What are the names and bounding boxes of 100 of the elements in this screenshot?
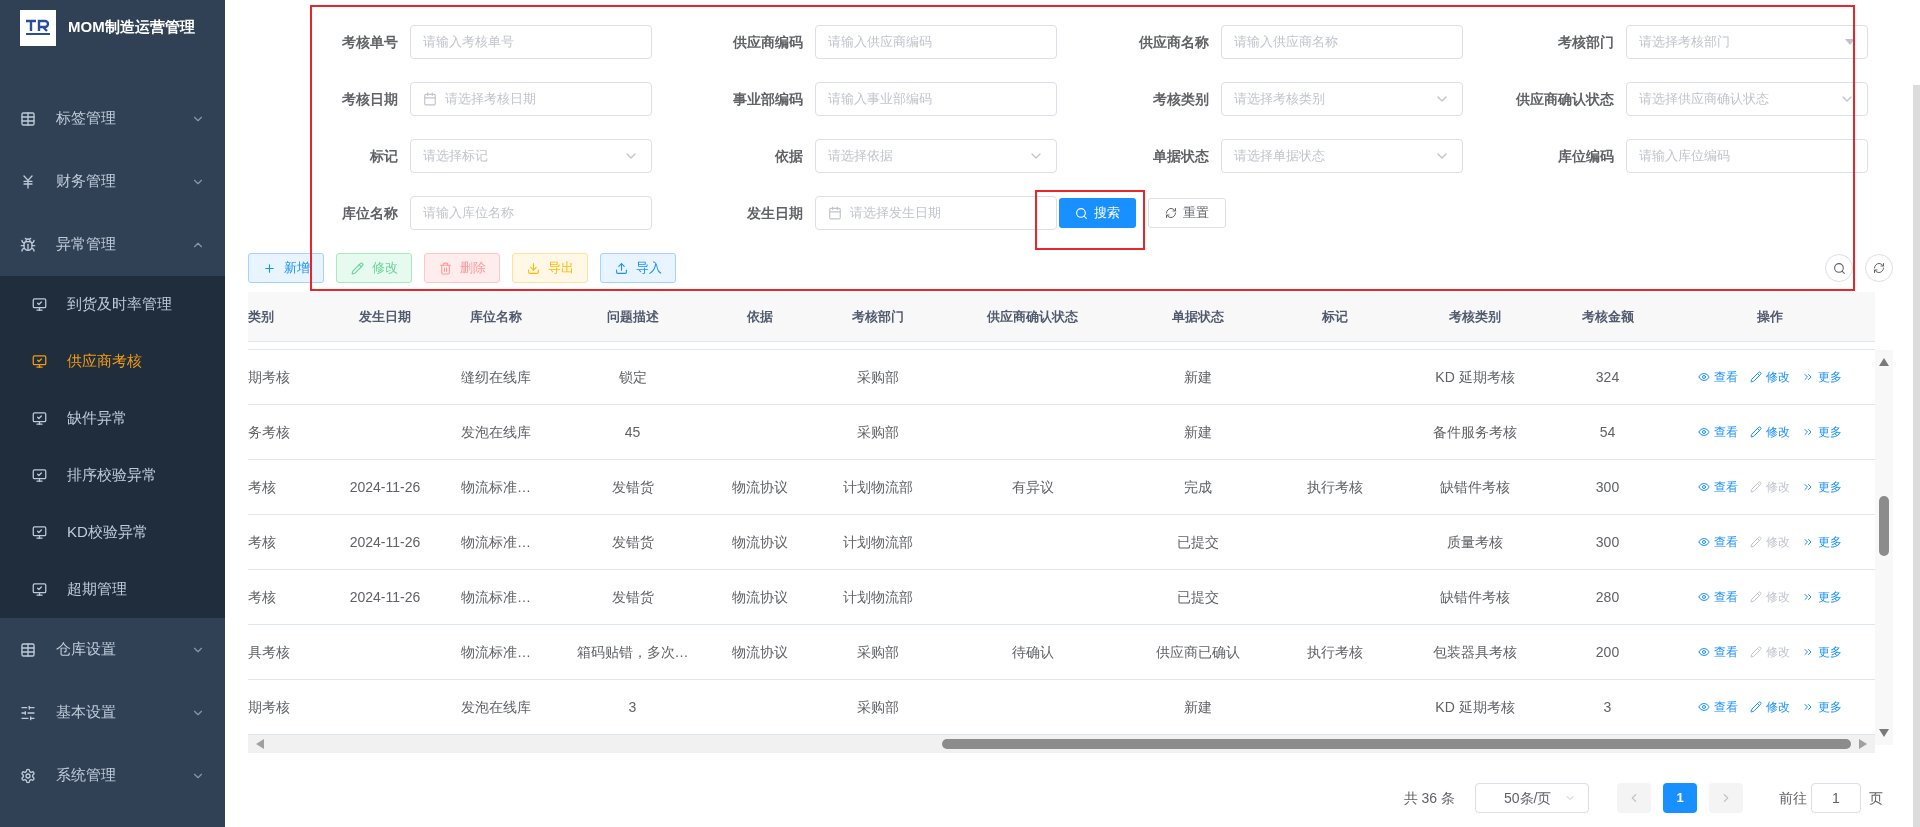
action-link[interactable]: 查看 [1698,533,1738,551]
table-cell-text: 缺错件考核 [1440,587,1510,607]
eye-icon [1698,481,1710,493]
right-arrow-icon [1859,739,1867,749]
eye-icon [1698,591,1710,603]
sidebar-item[interactable]: 系统管理 [0,744,225,807]
action-link[interactable]: 更多 [1802,643,1842,661]
table-cell-text: 已提交 [1176,587,1219,607]
table-cell-text: 发错货 [611,587,654,607]
sidebar-subitem[interactable]: 排序校验异常 [0,447,225,504]
table-cell-text: 考核 [248,477,276,497]
monitor-icon [32,297,47,312]
double-chevron-icon [1802,701,1814,713]
input-field[interactable]: 请输入供应商名称 [1220,25,1463,59]
sidebar-item[interactable]: 基本设置 [0,681,225,744]
input-field[interactable]: 请输入考核单号 [410,25,652,59]
field-label: 依据 [774,146,805,166]
action-link[interactable]: 更多 [1802,368,1842,386]
action-link[interactable]: 修改 [1750,368,1790,386]
reset-button[interactable]: 重置 [1147,198,1226,228]
sidebar-item[interactable]: 标签管理 [0,87,225,150]
eye-icon [1698,371,1710,383]
select-field[interactable]: 请选择单据状态 [1220,139,1463,173]
select-field[interactable]: 请选择标记 [410,139,652,173]
sidebar-subitem[interactable]: 供应商考核 [0,333,225,390]
select-field[interactable]: 请选择依据 [815,139,1058,173]
input-field[interactable]: 请输入事业部编码 [815,82,1058,116]
action-link[interactable]: 更多 [1802,698,1842,716]
sidebar-item[interactable]: 财务管理 [0,150,225,213]
table-cell-text: 采购部 [856,422,899,442]
action-link[interactable]: 查看 [1698,698,1738,716]
scrollbar-thumb[interactable] [942,739,1851,749]
field-label: 考核部门 [1556,32,1615,52]
upload-icon [614,261,628,275]
eye-icon [1698,646,1710,658]
page-button[interactable]: 1 [1663,783,1697,813]
action-link[interactable]: 更多 [1802,478,1842,496]
action-link[interactable]: 查看 [1698,588,1738,606]
input-field[interactable]: 请输入库位编码 [1625,139,1868,173]
table-cell-text: 物流标准… [461,642,531,662]
action-link[interactable]: 修改 [1750,698,1790,716]
input-field[interactable]: 请输入供应商编码 [815,25,1058,59]
action-link[interactable]: 查看 [1698,423,1738,441]
date-field[interactable]: 请选择考核日期 [410,82,652,116]
field-label: 供应商确认状态 [1514,89,1615,109]
select-field[interactable]: 请选择供应商确认状态 [1625,82,1868,116]
table-cell-text: 物流协议 [732,642,788,662]
sliders-icon [20,704,36,721]
action-link[interactable]: 查看 [1698,478,1738,496]
column-header: 库位名称 [470,307,522,326]
sidebar-subitem[interactable]: KD校验异常 [0,504,225,561]
action-link[interactable]: 更多 [1802,533,1842,551]
toolbar-button[interactable]: 新增 [248,253,324,283]
field-label: 供应商名称 [1137,32,1210,52]
table-cell-text: 发错货 [611,477,654,497]
field-label: 单据状态 [1151,146,1210,166]
sidebar-subitem[interactable]: 超期管理 [0,561,225,618]
download-icon [526,261,540,275]
table-cell-text: 有异议 [1011,477,1054,497]
field-label: 事业部编码 [732,89,805,109]
toolbar-button[interactable]: 导入 [600,253,676,283]
table-cell-text: 发泡在线库 [461,422,531,442]
table-cell-text: 3 [628,697,637,717]
sidebar-subitem[interactable]: 到货及时率管理 [0,276,225,333]
action-link[interactable]: 查看 [1698,643,1738,661]
toolbar-button[interactable]: 删除 [424,253,500,283]
select-field[interactable]: 请选择考核类别 [1220,82,1463,116]
app-title: MOM制造运营管理 [68,17,195,38]
pencil-icon [1750,536,1762,548]
action-link[interactable]: 修改 [1750,423,1790,441]
sidebar-item[interactable]: 仓库设置 [0,618,225,681]
table-cell-text: 新建 [1183,697,1212,717]
table-cell-text: 包装器具考核 [1433,642,1517,662]
field-label: 库位编码 [1556,146,1615,166]
toolbar-button[interactable]: 修改 [336,253,412,283]
page-size-select[interactable]: 50条/页 [1475,783,1589,813]
scrollbar-thumb[interactable] [1879,496,1889,556]
horizontal-scrollbar[interactable] [248,735,1875,753]
action-link[interactable]: 更多 [1802,423,1842,441]
table-cell-text: 执行考核 [1307,477,1363,497]
table-cell-text: 324 [1595,367,1620,387]
date-field[interactable]: 请选择发生日期 [815,196,1058,230]
down-arrow-icon [1879,729,1889,737]
action-link[interactable]: 查看 [1698,368,1738,386]
sidebar-item[interactable]: 异常管理 [0,213,225,276]
search-button[interactable]: 搜索 [1058,198,1136,228]
column-header: 发生日期 [359,307,411,326]
pencil-icon [1750,371,1762,383]
vertical-scrollbar[interactable] [1875,350,1893,745]
page-input[interactable]: 1 [1811,783,1861,813]
table-cell-text: 45 [624,422,641,442]
action-link[interactable]: 更多 [1802,588,1842,606]
gear-icon [20,767,36,784]
search-icon [1074,206,1088,220]
table-cell-text: 采购部 [856,697,899,717]
double-chevron-icon [1802,536,1814,548]
table-cell-text: 300 [1595,532,1620,552]
sidebar-subitem[interactable]: 缺件异常 [0,390,225,447]
input-field[interactable]: 请输入库位名称 [410,196,652,230]
column-header: 操作 [1757,307,1783,326]
